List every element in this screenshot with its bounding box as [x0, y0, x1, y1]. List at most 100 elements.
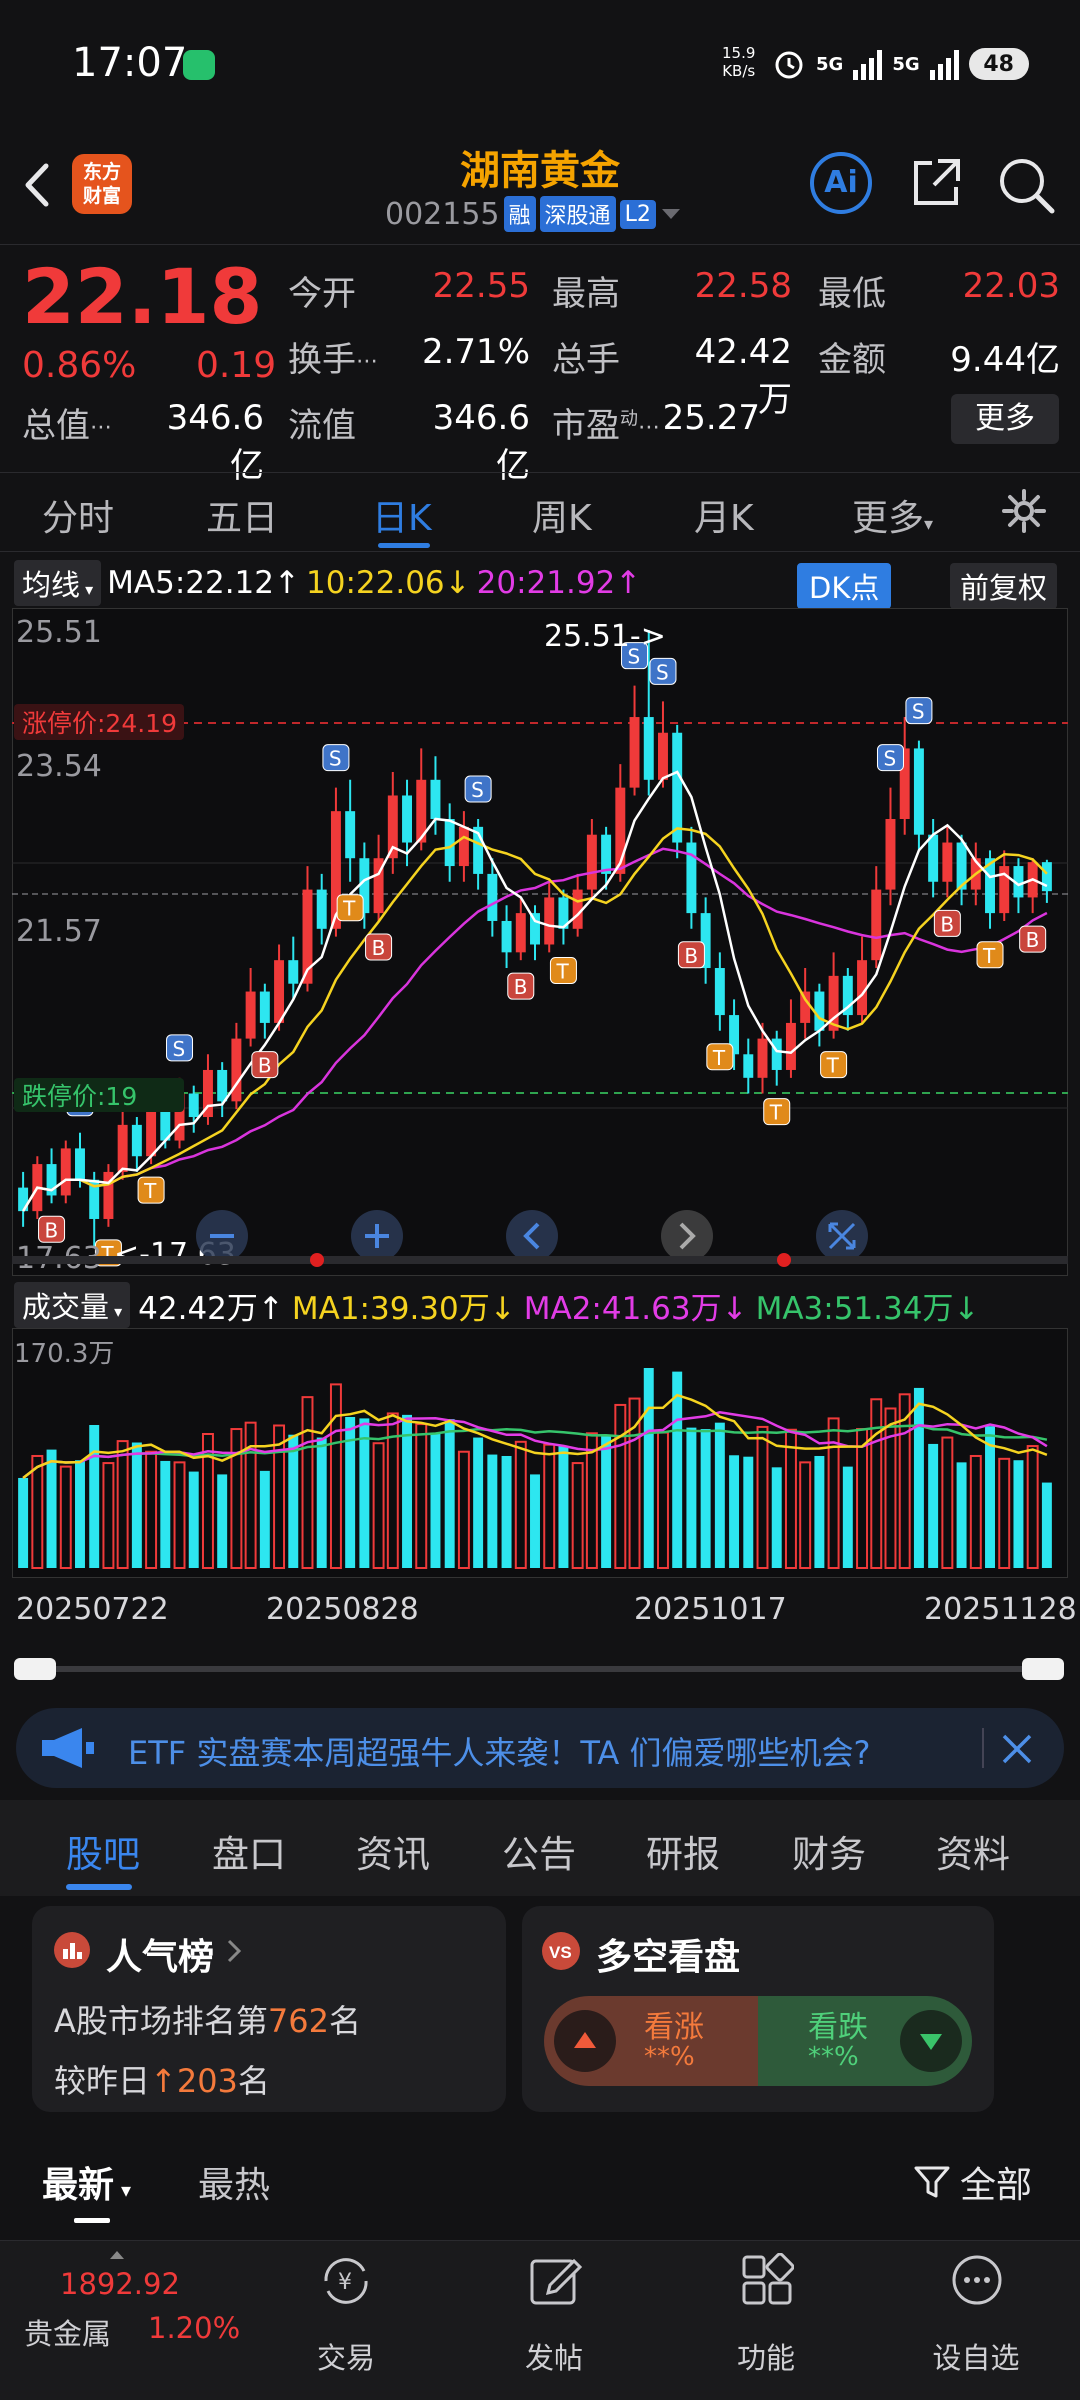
- search-icon[interactable]: [996, 155, 1056, 215]
- tab-daily-k[interactable]: 日K: [372, 489, 432, 541]
- range-left-handle[interactable]: [14, 1658, 56, 1680]
- signal-badge-label: T: [826, 1054, 840, 1078]
- up-triangle-icon: [574, 2032, 596, 2048]
- sim1-label: 5G: [816, 53, 844, 75]
- tab-intraday[interactable]: 分时: [42, 489, 114, 541]
- ai-assistant-button[interactable]: Ai: [810, 152, 872, 214]
- candle-body: [288, 960, 299, 984]
- filter-all[interactable]: 全部: [912, 2156, 1032, 2208]
- range-scrollbar[interactable]: [14, 1658, 1064, 1680]
- stock-code: 002155: [385, 196, 500, 232]
- bull-bear-card[interactable]: VS 多空看盘 看涨 **% 看跌 **%: [522, 1906, 994, 2112]
- popularity-card[interactable]: 人气榜 A股市场排名第762名 较昨日↑203名: [32, 1906, 506, 2112]
- tab-order-book[interactable]: 盘口: [212, 1824, 286, 1878]
- candle-body: [657, 732, 668, 780]
- tab-monthly-k[interactable]: 月K: [694, 489, 754, 541]
- volume-bar: [131, 1442, 142, 1568]
- candle-body: [60, 1148, 71, 1196]
- volume-chart[interactable]: 170.3万: [12, 1328, 1068, 1578]
- candle-body: [757, 1038, 768, 1078]
- pe-label[interactable]: 市盈动⋯: [552, 398, 660, 447]
- candle-body: [785, 1022, 796, 1070]
- signal-badge-label: B: [372, 936, 386, 960]
- stock-code-row[interactable]: 002155 融 深股通 L2: [385, 196, 682, 232]
- network-speed: 15.9 KB/s: [722, 44, 756, 80]
- forward-adjust-button[interactable]: 前复权: [950, 563, 1058, 609]
- connect-tag: 深股通: [539, 196, 616, 232]
- ma5-value: MA5:22.12↑: [107, 565, 300, 601]
- tab-financials[interactable]: 财务: [792, 1824, 866, 1878]
- volume-bar: [46, 1449, 57, 1568]
- bear-button[interactable]: 看跌 **%: [758, 1996, 972, 2086]
- volume-bar: [259, 1470, 270, 1568]
- zoom-out-button[interactable]: [196, 1210, 248, 1262]
- signal-badge-label: S: [883, 747, 896, 771]
- limit-down-label: 跌停价:19: [22, 1082, 137, 1111]
- volume-bar: [985, 1426, 995, 1568]
- volume-bar: [188, 1471, 199, 1568]
- candle-body: [245, 991, 256, 1039]
- more-button[interactable]: 更多: [951, 394, 1059, 444]
- range-right-handle[interactable]: [1022, 1658, 1064, 1680]
- tab-profile[interactable]: 资料: [936, 1824, 1010, 1878]
- candle-body: [259, 991, 270, 1023]
- dk-points-button[interactable]: DK点: [797, 563, 892, 609]
- candle-body: [800, 991, 811, 1023]
- signal-badge-label: T: [769, 1101, 783, 1125]
- candle-body: [743, 1054, 754, 1078]
- volume-bar: [956, 1462, 967, 1568]
- volume-selector[interactable]: 成交量 ▾: [14, 1282, 131, 1328]
- fullscreen-button[interactable]: [816, 1210, 868, 1262]
- tab-announcements[interactable]: 公告: [502, 1824, 576, 1878]
- high-label: 最高: [552, 274, 620, 314]
- bull-button[interactable]: 看涨 **%: [544, 1996, 758, 2086]
- period-high-marker: 25.51->: [544, 619, 666, 654]
- volume-bar: [89, 1425, 100, 1568]
- dropdown-triangle-icon[interactable]: [660, 207, 682, 221]
- candle-body: [345, 811, 356, 859]
- volume-bar: [729, 1455, 740, 1568]
- signal-badge-label: B: [514, 975, 528, 999]
- kline-chart[interactable]: BSTTSBSTBSBTSSBTTTSSBTB 25.51 涨停价:24.19 …: [12, 608, 1068, 1276]
- zoom-in-button[interactable]: [351, 1210, 403, 1262]
- tab-research[interactable]: 研报: [646, 1824, 720, 1878]
- tab-weekly-k[interactable]: 周K: [532, 489, 592, 541]
- candle-body: [871, 889, 882, 961]
- candle-body: [501, 920, 512, 953]
- sort-latest[interactable]: 最新 ▾: [42, 2156, 131, 2208]
- signal-badge-label: B: [45, 1218, 59, 1242]
- more-circle-icon: [952, 2255, 1002, 2305]
- candle-body: [117, 1124, 128, 1172]
- promo-banner[interactable]: ETF 实盘赛本周超强牛人来袭！TA 们偏爱哪些机会?: [16, 1708, 1064, 1788]
- volume-bar: [217, 1474, 228, 1568]
- close-icon[interactable]: [1000, 1732, 1034, 1766]
- ma-selector[interactable]: 均线 ▾: [14, 560, 102, 606]
- volume-bar: [558, 1446, 569, 1568]
- ticker-change: 1.20%: [148, 2311, 241, 2345]
- alarm-icon: [775, 51, 803, 79]
- date-label: 20250722: [16, 1592, 169, 1627]
- low-label: 最低: [818, 274, 886, 314]
- candle-body: [544, 897, 555, 945]
- limit-up-label: 涨停价:24.19: [22, 709, 177, 738]
- svg-text:VS: VS: [549, 1943, 572, 1962]
- volume-bar: [444, 1419, 455, 1568]
- turnover-label[interactable]: 换手⋯: [288, 332, 378, 381]
- sort-hottest[interactable]: 最热: [198, 2156, 270, 2208]
- bottom-nav: 1892.92 贵金属 1.20% ¥ 交易 发帖 功能 设自选: [0, 2240, 1080, 2400]
- tab-news[interactable]: 资讯: [356, 1824, 430, 1878]
- pan-left-button[interactable]: [506, 1210, 558, 1262]
- pan-right-button[interactable]: [661, 1210, 713, 1262]
- settings-gear-icon[interactable]: [1000, 487, 1048, 535]
- share-icon[interactable]: [908, 155, 964, 211]
- volume-bar: [473, 1437, 484, 1568]
- tab-more[interactable]: 更多▾: [852, 489, 933, 541]
- market-cap-label[interactable]: 总值⋯: [22, 398, 112, 447]
- tab-five-day[interactable]: 五日: [206, 489, 278, 541]
- candle-body: [146, 1109, 157, 1157]
- ticker-value: 1892.92: [60, 2267, 180, 2301]
- signal-badge-label: T: [342, 897, 356, 921]
- tab-forum[interactable]: 股吧: [66, 1824, 140, 1878]
- candle-body: [75, 1148, 85, 1180]
- volume-bar: [75, 1460, 85, 1568]
